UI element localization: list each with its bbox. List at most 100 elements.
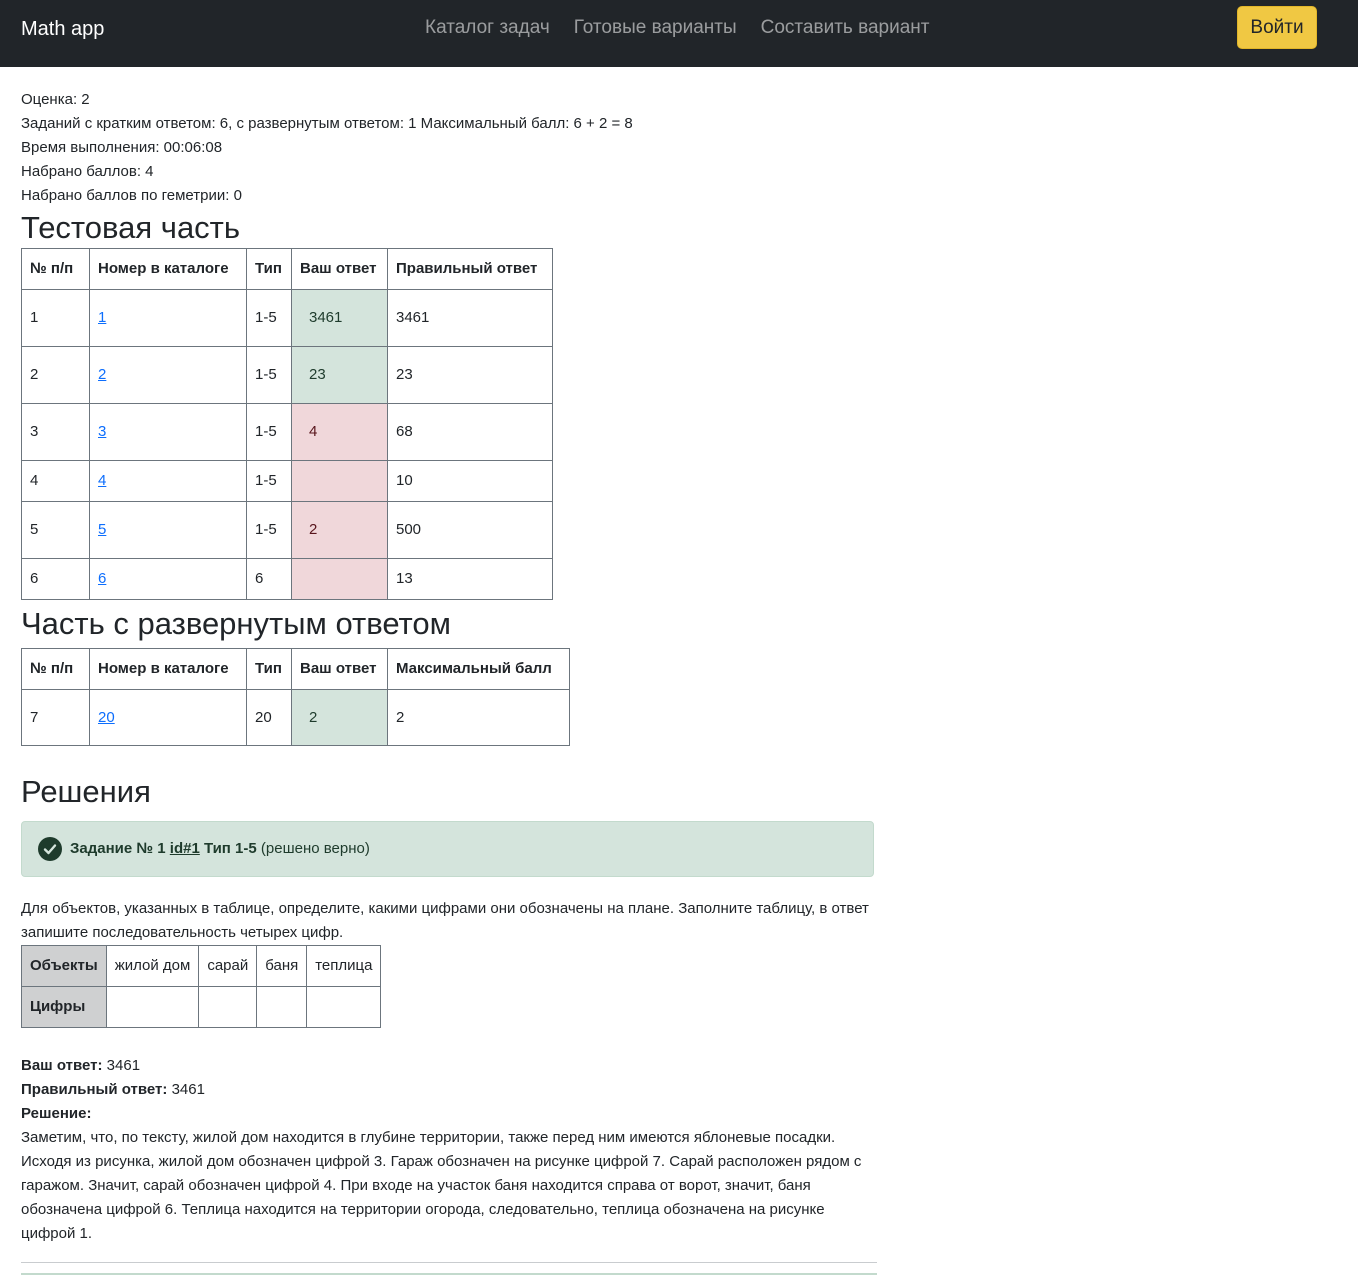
catalog-link[interactable]: 2	[98, 366, 106, 383]
row-number-cell: 2	[21, 346, 90, 404]
objects-table: Объекты жилой дом сарай баня теплица Циф…	[21, 945, 382, 1028]
table-row: 4 4 1-5 10	[21, 460, 553, 502]
task-type: Тип 1-5	[203, 840, 257, 857]
your-answer-line: Ваш ответ: 3461	[21, 1054, 881, 1078]
column-header: Тип	[246, 248, 292, 290]
navbar: Math app Каталог задач Готовые варианты …	[0, 0, 1358, 67]
catalog-cell: 20	[89, 689, 247, 746]
table-row: 7 20 20 2 2	[21, 689, 570, 746]
digit-cell	[306, 986, 382, 1028]
column-header: Ваш ответ	[291, 648, 388, 690]
row-number-cell: 3	[21, 403, 90, 461]
nav-link-compose-variant[interactable]: Составить вариант	[757, 14, 934, 42]
your-answer-cell: 2	[291, 689, 388, 746]
nav-link-ready-variants[interactable]: Готовые варианты	[570, 14, 741, 42]
test-part-table: № п/п Номер в каталоге Тип Ваш ответ Пра…	[21, 248, 553, 600]
correct-answer-cell: 10	[387, 460, 553, 502]
table-row: 6 6 6 13	[21, 558, 553, 600]
max-score-cell: 2	[387, 689, 570, 746]
correct-answer-cell: 23	[387, 346, 553, 404]
row-number-cell: 5	[21, 501, 90, 559]
digits-row: Цифры	[21, 986, 382, 1028]
column-header: Максимальный балл	[387, 648, 570, 690]
task-status-alert: Задание № 1 id#1 Тип 1-5 (решено верно)	[21, 821, 874, 877]
solution-label-line: Решение:	[21, 1102, 881, 1126]
catalog-cell: 1	[89, 289, 247, 347]
task-text: Для объектов, указанных в таблице, опред…	[21, 900, 869, 941]
object-cell: жилой дом	[105, 945, 200, 987]
brand-link[interactable]: Math app	[21, 16, 104, 42]
type-cell: 1-5	[246, 460, 292, 502]
your-answer-value: 3461	[106, 1057, 141, 1074]
objects-row: Объекты жилой дом сарай баня теплица	[21, 945, 382, 987]
nav-links: Каталог задач Готовые варианты Составить…	[421, 14, 933, 42]
score-text: Набрано баллов: 4	[21, 163, 154, 180]
correct-answer-cell: 68	[387, 403, 553, 461]
your-answer-cell: 4	[291, 403, 388, 461]
table-row: 3 3 1-5 4 68	[21, 403, 553, 461]
column-header: Номер в каталоге	[89, 648, 247, 690]
table-row: 2 2 1-5 23 23	[21, 346, 553, 404]
time-text: Время выполнения: 00:06:08	[21, 139, 223, 156]
digits-header: Цифры	[21, 986, 107, 1028]
column-header: Тип	[246, 648, 292, 690]
column-header: Ваш ответ	[291, 248, 388, 290]
your-answer-cell: 2	[291, 501, 388, 559]
test-part-body: 1 1 1-5 3461 3461 2 2 1-5 23 23 3 3 1-5 4 68 4 4 1-5 10 5 5 1…	[21, 289, 553, 600]
table-header-row: № п/п Номер в каталоге Тип Ваш ответ Мак…	[21, 648, 570, 690]
table-row: 5 5 1-5 2 500	[21, 501, 553, 559]
task-number: Задание № 1	[70, 840, 166, 857]
extended-part-table: № п/п Номер в каталоге Тип Ваш ответ Мак…	[21, 648, 570, 746]
login-button[interactable]: Войти	[1237, 6, 1317, 49]
column-header: Правильный ответ	[387, 248, 553, 290]
object-cell: сарай	[198, 945, 258, 987]
tasks-summary-text: Заданий с кратким ответом: 6, с разверну…	[21, 115, 633, 132]
catalog-link[interactable]: 20	[98, 709, 115, 726]
solution-label: Решение:	[21, 1105, 92, 1122]
your-answer-cell	[291, 460, 388, 502]
catalog-cell: 2	[89, 346, 247, 404]
solutions-heading: Решения	[21, 774, 151, 809]
correct-answer-cell: 13	[387, 558, 553, 600]
task-label: Задание № 1 id#1 Тип 1-5	[70, 837, 257, 861]
extended-part-body: 7 20 20 2 2	[21, 689, 570, 746]
task-id-link[interactable]: id#1	[170, 840, 200, 857]
catalog-link[interactable]: 1	[98, 309, 106, 326]
correct-answer-cell: 500	[387, 501, 553, 559]
digit-cell	[105, 986, 200, 1028]
correct-answer-label: Правильный ответ:	[21, 1081, 168, 1098]
column-header: Номер в каталоге	[89, 248, 247, 290]
type-cell: 1-5	[246, 403, 292, 461]
main-content: Оценка: 2 Заданий с кратким ответом: 6, …	[21, 88, 881, 1263]
objects-header: Объекты	[21, 945, 107, 987]
your-answer-cell	[291, 558, 388, 600]
type-cell: 20	[246, 689, 292, 746]
row-number-cell: 4	[21, 460, 90, 502]
catalog-link[interactable]: 6	[98, 570, 106, 587]
correct-answer-line: Правильный ответ: 3461	[21, 1078, 881, 1102]
geometry-score-text: Набрано баллов по геметрии: 0	[21, 187, 242, 204]
object-cell: баня	[256, 945, 308, 987]
table-row: 1 1 1-5 3461 3461	[21, 289, 553, 347]
type-cell: 6	[246, 558, 292, 600]
digit-cell	[256, 986, 308, 1028]
catalog-cell: 3	[89, 403, 247, 461]
your-answer-label: Ваш ответ:	[21, 1057, 103, 1074]
column-header: № п/п	[21, 648, 90, 690]
catalog-link[interactable]: 3	[98, 423, 106, 440]
column-header: № п/п	[21, 248, 90, 290]
your-answer-cell: 3461	[291, 289, 388, 347]
nav-link-catalog[interactable]: Каталог задач	[421, 14, 554, 42]
catalog-link[interactable]: 4	[98, 472, 106, 489]
digit-cell	[198, 986, 258, 1028]
task-status-text: (решено верно)	[260, 840, 370, 857]
type-cell: 1-5	[246, 346, 292, 404]
divider	[21, 1262, 877, 1263]
next-task-alert-edge	[21, 1273, 877, 1275]
solution-text: Заметим, что, по тексту, жилой дом наход…	[21, 1129, 862, 1242]
type-cell: 1-5	[246, 289, 292, 347]
correct-answer-cell: 3461	[387, 289, 553, 347]
correct-answer-value: 3461	[171, 1081, 205, 1098]
catalog-link[interactable]: 5	[98, 521, 106, 538]
test-part-heading: Тестовая часть	[21, 210, 241, 245]
